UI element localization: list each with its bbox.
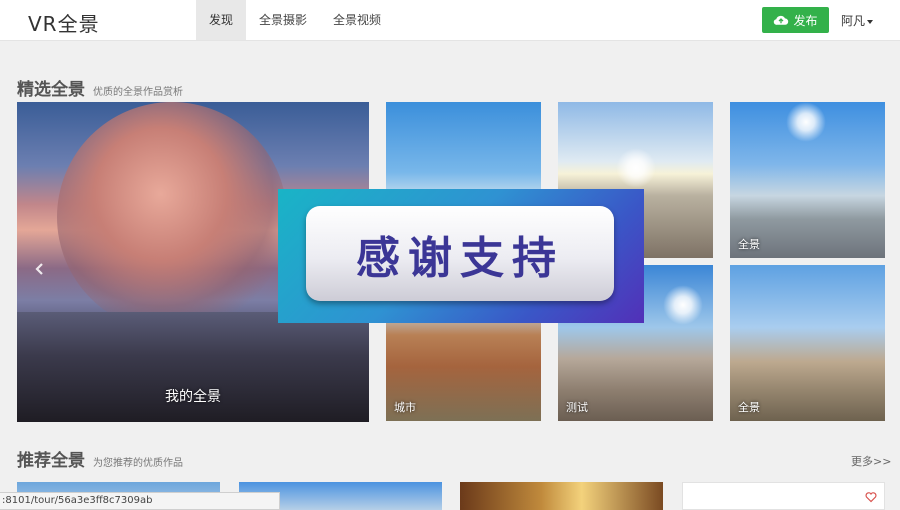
nav-panorama-video[interactable]: 全景视频 <box>320 0 394 40</box>
sun-glare <box>663 285 703 325</box>
main-nav: 发现 全景摄影 全景视频 <box>196 0 394 40</box>
tile-label: 测试 <box>566 401 588 414</box>
tile-label: 全景 <box>738 238 760 251</box>
publish-label: 发布 <box>793 13 818 28</box>
tile-label: 城市 <box>394 401 416 414</box>
featured-title: 精选全景 <box>17 80 85 100</box>
top-header: VR全景 发现 全景摄影 全景视频 发布 阿凡 <box>0 0 900 41</box>
publish-button[interactable]: 发布 <box>762 7 829 33</box>
thanks-overlay[interactable]: 感谢支持 <box>278 189 644 323</box>
cloud-image <box>57 102 287 332</box>
featured-tile-6[interactable]: 全景 <box>730 265 885 421</box>
nav-panorama-photo[interactable]: 全景摄影 <box>246 0 320 40</box>
recommended-subtitle: 为您推荐的优质作品 <box>93 458 183 469</box>
caret-down-icon <box>867 19 874 24</box>
cloud-upload-icon <box>774 15 789 25</box>
thanks-plate: 感谢支持 <box>306 206 614 301</box>
link-status-bar: :8101/tour/56a3e3ff8c7309ab <box>0 492 280 510</box>
nav-discover[interactable]: 发现 <box>196 0 247 40</box>
featured-subtitle: 优质的全景作品赏析 <box>93 87 183 98</box>
sun-glare <box>786 102 826 142</box>
heart-icon[interactable] <box>865 491 877 503</box>
recommended-title: 推荐全景 <box>17 451 85 471</box>
featured-tile-3[interactable]: 全景 <box>730 102 885 258</box>
user-menu[interactable]: 阿凡 <box>841 12 874 29</box>
tile-label: 全景 <box>738 401 760 414</box>
sun-glare <box>616 148 656 188</box>
featured-header: 精选全景 优质的全景作品赏析 <box>17 75 183 100</box>
recommended-tile-3[interactable] <box>460 482 663 510</box>
recommended-header: 推荐全景 为您推荐的优质作品 <box>17 446 183 471</box>
big-tile-label: 我的全景 <box>165 389 221 405</box>
recommended-tile-4[interactable] <box>682 482 885 510</box>
chevron-left-icon[interactable] <box>33 262 47 276</box>
user-name: 阿凡 <box>841 14 866 28</box>
site-logo[interactable]: VR全景 <box>28 8 100 37</box>
thanks-text: 感谢支持 <box>356 232 564 284</box>
more-link[interactable]: 更多>> <box>851 453 891 469</box>
